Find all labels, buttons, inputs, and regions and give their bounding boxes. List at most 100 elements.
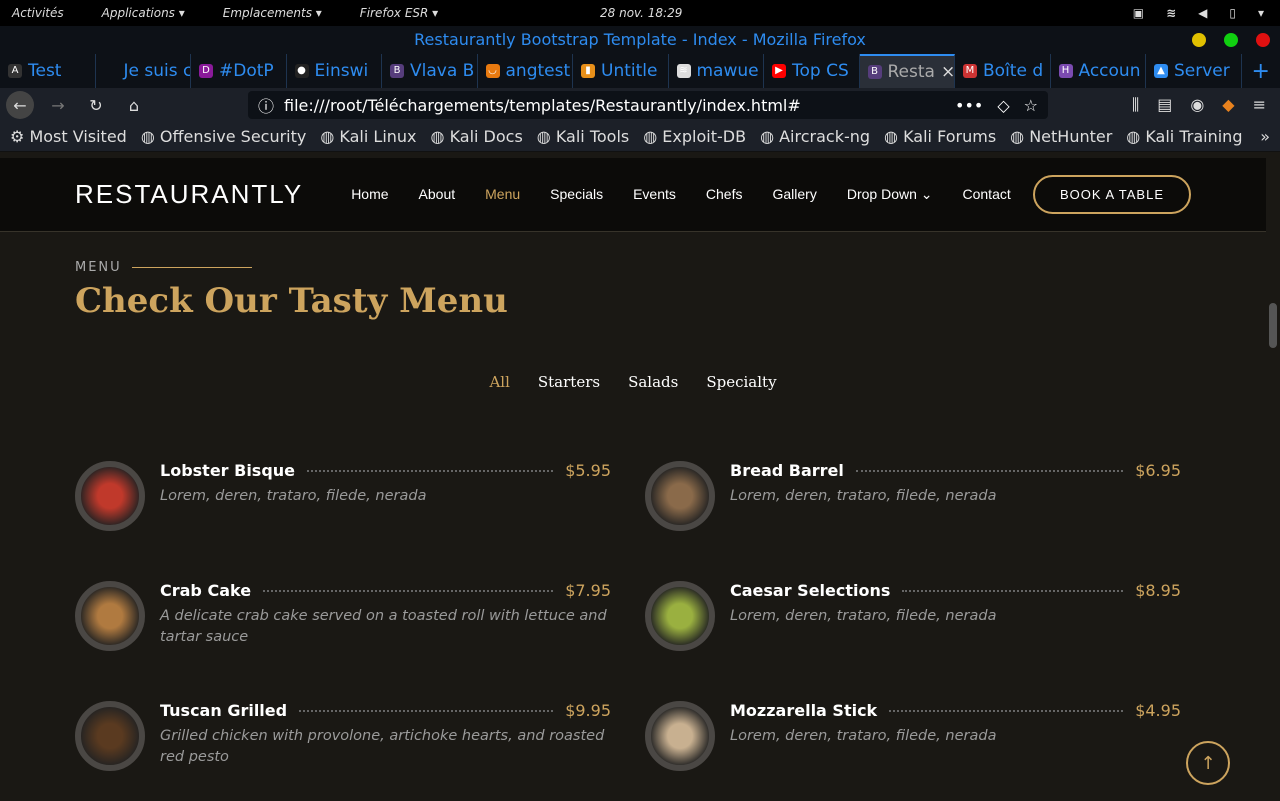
tab-2[interactable]: D #DotP [191, 54, 287, 88]
menu-item-name[interactable]: Mozzarella Stick [730, 701, 877, 720]
info-icon[interactable]: ⓘ [258, 93, 274, 117]
tab-7[interactable]: ≋ mawue [669, 54, 764, 88]
tab-favicon-icon: ≋ [676, 64, 691, 78]
menu-item-name[interactable]: Lobster Bisque [160, 461, 295, 480]
reload-button[interactable]: ↻ [82, 91, 110, 119]
new-tab-button[interactable]: + [1242, 54, 1280, 88]
globe-icon: ◍ [760, 127, 780, 146]
nav-link[interactable]: Home [351, 186, 388, 203]
bookmark-item[interactable]: ◍ NetHunter [1010, 127, 1112, 146]
account-icon[interactable]: ◉ [1190, 95, 1204, 115]
tab-label: Einswi [314, 61, 369, 81]
filter-salads[interactable]: Salads [628, 373, 678, 391]
clock[interactable]: 28 nov. 18:29 [600, 6, 682, 20]
globe-icon: ◍ [140, 127, 160, 146]
filter-starters[interactable]: Starters [538, 373, 600, 391]
menu-item-name[interactable]: Bread Barrel [730, 461, 844, 480]
menu-item-price: $7.95 [565, 581, 611, 600]
menu-item-name[interactable]: Tuscan Grilled [160, 701, 287, 720]
tab-11[interactable]: H Accoun [1051, 54, 1146, 88]
bookmark-item[interactable]: ◍ Kali Tools [537, 127, 629, 146]
menu-item-name[interactable]: Crab Cake [160, 581, 251, 600]
nav-link[interactable]: Drop Down ⌄ [847, 186, 933, 203]
tab-12[interactable]: ▲ Server [1146, 54, 1242, 88]
tab-6[interactable]: ▮ Untitle [573, 54, 669, 88]
hamburger-menu-icon[interactable]: ≡ [1253, 95, 1266, 115]
volume-icon[interactable]: ◀ [1198, 6, 1207, 20]
tab-4[interactable]: B Vlava B [382, 54, 478, 88]
tab-0[interactable]: A Test [0, 54, 96, 88]
bookmark-item[interactable]: ◍ Kali Forums [884, 127, 996, 146]
camera-icon[interactable]: ▣ [1133, 6, 1144, 20]
arrow-up-icon: ↑ [1200, 752, 1216, 774]
menu-item-header: Caesar Selections $8.95 [730, 581, 1181, 600]
menu-items: Lobster Bisque $5.95 Lorem, deren, trataro… [75, 461, 1191, 773]
filter-specialty[interactable]: Specialty [706, 373, 776, 391]
site-logo[interactable]: RESTAURANTLY [75, 179, 303, 210]
scrollbar[interactable] [1266, 158, 1280, 800]
globe-icon: ◍ [536, 127, 556, 146]
bookmark-item[interactable]: ⚙ Most Visited [10, 127, 127, 146]
back-button[interactable]: ← [6, 91, 34, 119]
bookmark-item[interactable]: ◍ Exploit-DB [643, 127, 746, 146]
menu-item-name[interactable]: Caesar Selections [730, 581, 890, 600]
tab-10[interactable]: M Boîte d [955, 54, 1051, 88]
tab-favicon-icon: ▮ [581, 64, 595, 78]
home-button[interactable]: ⌂ [120, 91, 148, 119]
chevron-down-icon[interactable]: ▾ [1258, 6, 1264, 20]
wifi-icon[interactable]: ≋ [1166, 6, 1176, 20]
globe-icon: ◍ [1126, 127, 1146, 146]
more-icon[interactable]: ••• [955, 96, 983, 115]
more-bookmarks-icon[interactable]: » [1260, 127, 1270, 146]
bookmark-label: Kali Training [1145, 127, 1243, 146]
close-tab-icon[interactable]: × [941, 62, 954, 82]
url-bar[interactable]: ⓘ file:///root/Téléchargements/templates… [248, 91, 1048, 119]
menu-item-description: Lorem, deren, trataro, filede, nerada [730, 608, 997, 624]
applications-menu[interactable]: Applications ▾ [102, 6, 185, 20]
forward-button[interactable]: → [44, 91, 72, 119]
bookmark-item[interactable]: ◍ Aircrack-ng [760, 127, 870, 146]
scrollbar-thumb[interactable] [1269, 303, 1277, 348]
bookmark-item[interactable]: ◍ Kali Training [1126, 127, 1242, 146]
app-menu[interactable]: Firefox ESR ▾ [360, 6, 438, 20]
places-menu[interactable]: Emplacements ▾ [223, 6, 322, 20]
activities-button[interactable]: Activités [12, 6, 64, 20]
filter-all[interactable]: All [489, 373, 509, 391]
menu-item-header: Crab Cake $7.95 [160, 581, 611, 600]
library-icon[interactable]: ⫼ [1132, 95, 1139, 115]
close-button[interactable] [1256, 33, 1270, 47]
window-title-bar: Restaurantly Bootstrap Template - Index … [0, 26, 1280, 54]
tab-1[interactable]: Je suis ca [96, 54, 191, 88]
bookmark-item[interactable]: ◍ Offensive Security [141, 127, 307, 146]
extension-icon[interactable]: ◆ [1222, 95, 1234, 115]
bookmark-label: Kali Tools [555, 127, 630, 146]
book-table-button[interactable]: BOOK A TABLE [1032, 175, 1191, 214]
nav-link[interactable]: Events [633, 186, 676, 203]
nav-link[interactable]: About [419, 186, 456, 203]
menu-section: MENU Check Our Tasty Menu All Starters Sal… [0, 232, 1266, 801]
tab-favicon-icon: ● [294, 64, 309, 78]
back-to-top-button[interactable]: ↑ [1186, 741, 1230, 785]
tab-3[interactable]: ● Einswi [287, 54, 382, 88]
section-label: MENU [75, 260, 1191, 275]
pocket-icon[interactable]: ◇ [997, 96, 1009, 115]
bookmark-label: Offensive Security [159, 127, 307, 146]
maximize-button[interactable] [1224, 33, 1238, 47]
tab-5[interactable]: ◡ angtest [478, 54, 573, 88]
star-icon[interactable]: ☆ [1024, 96, 1038, 115]
tab-8[interactable]: ▶ Top CS [764, 54, 860, 88]
bookmark-item[interactable]: ◍ Kali Docs [431, 127, 523, 146]
sidebar-icon[interactable]: ▤ [1157, 95, 1172, 115]
nav-link[interactable]: Contact [963, 186, 1011, 203]
menu-item-image [75, 581, 145, 651]
nav-link[interactable]: Specials [550, 186, 603, 203]
nav-link[interactable]: Chefs [706, 186, 743, 203]
nav-link[interactable]: Gallery [772, 186, 816, 203]
nav-link[interactable]: Menu [485, 186, 520, 203]
minimize-button[interactable] [1192, 33, 1206, 47]
tab-9[interactable]: B Resta × [859, 54, 955, 88]
globe-icon: ◍ [430, 127, 450, 146]
url-text[interactable]: file:///root/Téléchargements/templates/R… [284, 96, 801, 115]
battery-icon[interactable]: ▯ [1229, 6, 1236, 20]
bookmark-item[interactable]: ◍ Kali Linux [320, 127, 416, 146]
